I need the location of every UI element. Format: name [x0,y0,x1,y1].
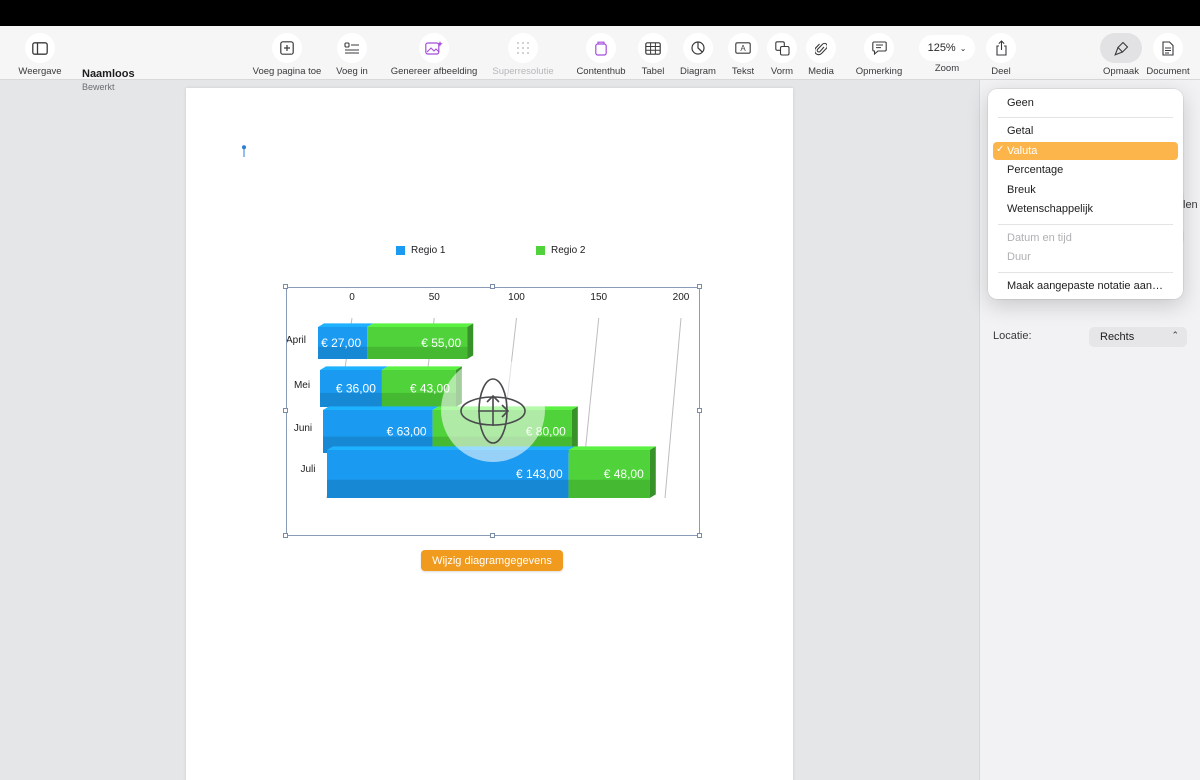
menu-item-label: Geen [1007,97,1034,109]
rotate-3d-icon[interactable] [458,376,528,446]
menu-item-label: Duur [1007,251,1031,263]
menu-item-geen[interactable]: Geen [993,94,1178,112]
menu-item-percentage[interactable]: Percentage [993,161,1178,179]
resize-handle-bottom-left[interactable] [283,533,288,538]
location-label: Locatie: [993,330,1032,342]
menu-item-duur: Duur [993,248,1178,266]
resize-handle-bottom[interactable] [490,533,495,538]
menu-item-breuk[interactable]: Breuk [993,181,1178,199]
menu-separator [998,224,1173,225]
menu-item-custom-format[interactable]: Maak aangepaste notatie aan… [993,277,1178,295]
checkmark-icon: ✓ [996,144,1005,155]
menu-item-datum-en-tijd: Datum en tijd [993,229,1178,247]
resize-handle-left[interactable] [283,408,288,413]
resize-handle-top-right[interactable] [697,284,702,289]
menu-item-label: Maak aangepaste notatie aan… [1007,280,1163,292]
menu-item-label: Percentage [1007,164,1064,176]
menu-item-label: Valuta [1007,145,1038,157]
edit-chart-data-button[interactable]: Wijzig diagramgegevens [421,550,563,571]
resize-handle-top[interactable] [490,284,495,289]
menu-separator [998,117,1173,118]
location-select[interactable]: Rechts ⌃ [1089,327,1187,347]
sidebar-partial-text: len [1183,199,1198,211]
menu-separator [998,272,1173,273]
menu-item-label: Wetenschappelijk [1007,203,1094,215]
menu-item-wetenschappelijk[interactable]: Wetenschappelijk [993,200,1178,218]
number-format-menu: Geen Getal ✓ Valuta Percentage Breuk Wete… [988,89,1183,299]
menu-item-label: Breuk [1007,184,1036,196]
location-value: Rechts [1100,331,1135,343]
resize-handle-right[interactable] [697,408,702,413]
menu-item-label: Datum en tijd [1007,232,1072,244]
resize-handle-top-left[interactable] [283,284,288,289]
updown-chevron-icon: ⌃ [1171,330,1179,340]
menu-item-valuta[interactable]: ✓ Valuta [993,142,1178,160]
menu-item-getal[interactable]: Getal [993,122,1178,140]
menu-item-label: Getal [1007,125,1034,137]
resize-handle-bottom-right[interactable] [697,533,702,538]
